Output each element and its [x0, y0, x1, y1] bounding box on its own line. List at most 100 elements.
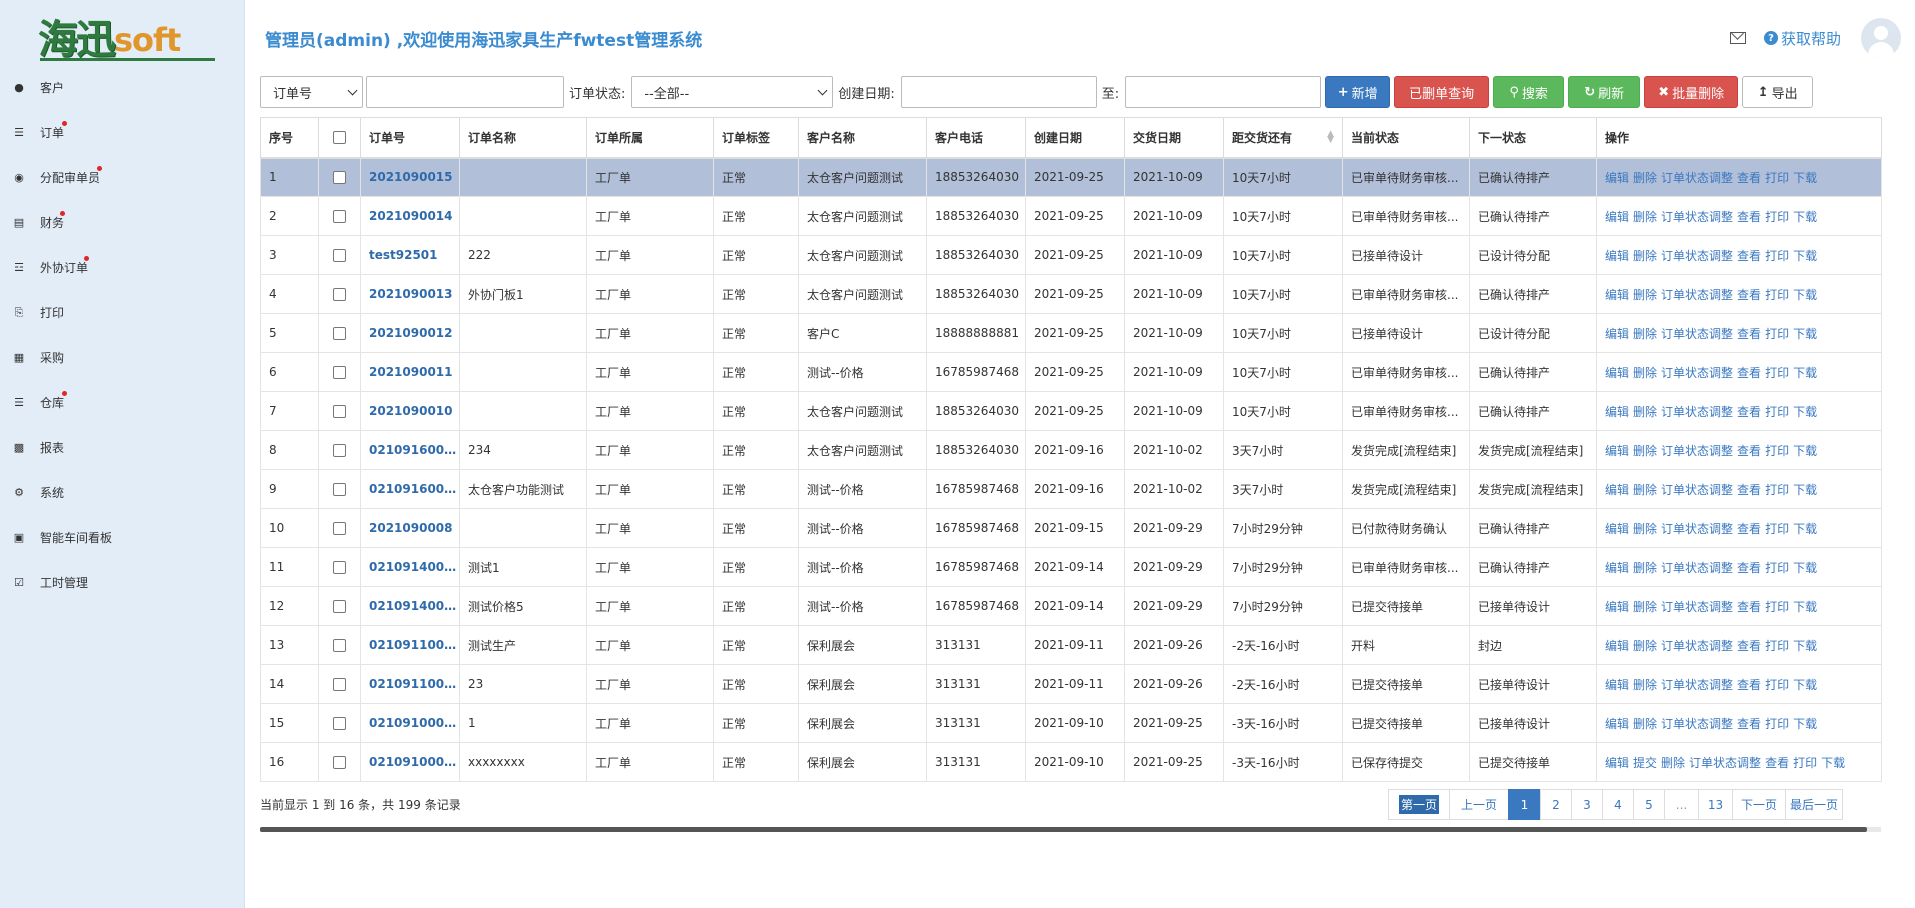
order-number[interactable]: 2021090013 — [360, 274, 460, 314]
row-action-link[interactable]: 删除 — [1633, 717, 1657, 731]
row-action-link[interactable]: 编辑 — [1605, 171, 1629, 185]
order-number[interactable]: 2021090012 — [360, 313, 460, 353]
row-action-link[interactable]: 编辑 — [1605, 483, 1629, 497]
row-action-link[interactable]: 编辑 — [1605, 756, 1629, 770]
row-action-link[interactable]: 查看 — [1737, 522, 1761, 536]
row-action-link[interactable]: 打印 — [1765, 171, 1789, 185]
row-action-link[interactable]: 打印 — [1765, 600, 1789, 614]
search-input[interactable] — [366, 76, 564, 108]
row-checkbox[interactable] — [333, 756, 346, 769]
row-action-link[interactable]: 打印 — [1765, 561, 1789, 575]
row-action-link[interactable]: 编辑 — [1605, 600, 1629, 614]
row-action-link[interactable]: 查看 — [1737, 327, 1761, 341]
row-checkbox[interactable] — [333, 600, 346, 613]
table-row[interactable]: 11 02109140002 测试1 工厂单 正常 测试--价格 16785987468 20… — [260, 547, 1882, 587]
table-row[interactable]: 2 2021090014 工厂单 正常 太仓客户问题测试 18853264030 2021-… — [260, 196, 1882, 236]
row-action-link[interactable]: 打印 — [1765, 210, 1789, 224]
row-action-link[interactable]: 删除 — [1633, 288, 1657, 302]
row-action-link[interactable]: 删除 — [1633, 327, 1657, 341]
table-row[interactable]: 7 2021090010 工厂单 正常 太仓客户问题测试 18853264030 2021-… — [260, 391, 1882, 431]
table-row[interactable]: 1 2021090015 工厂单 正常 太仓客户问题测试 18853264030 2021-… — [260, 157, 1882, 197]
row-action-link[interactable]: 查看 — [1737, 483, 1761, 497]
row-action-link[interactable]: 订单状态调整 — [1661, 444, 1733, 458]
row-action-link[interactable]: 订单状态调整 — [1661, 405, 1733, 419]
avatar[interactable] — [1861, 18, 1901, 58]
row-action-link[interactable]: 订单状态调整 — [1661, 210, 1733, 224]
row-action-link[interactable]: 查看 — [1737, 210, 1761, 224]
row-action-link[interactable]: 查看 — [1737, 561, 1761, 575]
row-action-link[interactable]: 下载 — [1793, 522, 1817, 536]
row-action-link[interactable]: 下载 — [1793, 600, 1817, 614]
order-number[interactable]: 2021090015 — [360, 157, 460, 197]
row-action-link[interactable]: 删除 — [1633, 522, 1657, 536]
row-checkbox[interactable] — [333, 249, 346, 262]
search-field-select[interactable]: 订单号 — [260, 76, 363, 108]
row-action-link[interactable]: 下载 — [1821, 756, 1845, 770]
pagination-item[interactable]: 5 — [1633, 789, 1665, 820]
sidebar-item[interactable]: ▦ 采购 — [0, 335, 245, 380]
row-action-link[interactable]: 打印 — [1765, 366, 1789, 380]
row-checkbox[interactable] — [333, 327, 346, 340]
sidebar-item[interactable]: ☲ 外协订单 — [0, 245, 245, 290]
table-row[interactable]: 14 02109110001 23 工厂单 正常 保利展会 313131 2021-09-11… — [260, 664, 1882, 704]
row-action-link[interactable]: 编辑 — [1605, 288, 1629, 302]
pagination-item[interactable]: 上一页 — [1449, 789, 1509, 820]
order-number[interactable]: 02109110002 — [360, 625, 460, 665]
sidebar-item[interactable]: ⎘ 打印 — [0, 290, 245, 335]
order-number[interactable]: 2021090010 — [360, 391, 460, 431]
order-number[interactable]: 02109110001 — [360, 664, 460, 704]
row-action-link[interactable]: 下载 — [1793, 717, 1817, 731]
row-action-link[interactable]: 下载 — [1793, 678, 1817, 692]
status-select[interactable]: --全部-- — [631, 76, 834, 108]
table-row[interactable]: 4 2021090013 外协门板1 工厂单 正常 太仓客户问题测试 18853264030… — [260, 274, 1882, 314]
row-action-link[interactable]: 订单状态调整 — [1661, 717, 1733, 731]
row-action-link[interactable]: 下载 — [1793, 405, 1817, 419]
pagination-item[interactable]: 2 — [1540, 789, 1572, 820]
table-row[interactable]: 9 02109160001 太仓客户功能测试 工厂单 正常 测试--价格 167859874… — [260, 469, 1882, 509]
row-action-link[interactable]: 编辑 — [1605, 405, 1629, 419]
envelope-icon[interactable] — [1729, 32, 1746, 44]
row-action-link[interactable]: 打印 — [1765, 327, 1789, 341]
row-action-link[interactable]: 打印 — [1765, 639, 1789, 653]
pagination-item[interactable]: 最后一页 — [1785, 789, 1843, 820]
row-action-link[interactable]: 编辑 — [1605, 678, 1629, 692]
row-action-link[interactable]: 删除 — [1633, 366, 1657, 380]
sidebar-item[interactable]: ▤ 财务 — [0, 200, 245, 245]
table-row[interactable]: 6 2021090011 工厂单 正常 测试--价格 16785987468 2021-09… — [260, 352, 1882, 392]
table-row[interactable]: 15 02109100003 1 工厂单 正常 保利展会 313131 2021-09-10 2… — [260, 703, 1882, 743]
row-action-link[interactable]: 编辑 — [1605, 561, 1629, 575]
row-action-link[interactable]: 删除 — [1633, 678, 1657, 692]
row-action-link[interactable]: 下载 — [1793, 366, 1817, 380]
row-checkbox[interactable] — [333, 678, 346, 691]
row-action-link[interactable]: 删除 — [1633, 639, 1657, 653]
table-row[interactable]: 3 test92501 222 工厂单 正常 太仓客户问题测试 18853264030 202… — [260, 235, 1882, 275]
sidebar-item[interactable]: ● 客户 — [0, 65, 245, 110]
pagination-item[interactable]: 4 — [1602, 789, 1634, 820]
order-number[interactable]: 2021090014 — [360, 196, 460, 236]
table-row[interactable]: 5 2021090012 工厂单 正常 客户C 18888888881 2021-09-25… — [260, 313, 1882, 353]
row-action-link[interactable]: 下载 — [1793, 561, 1817, 575]
row-action-link[interactable]: 删除 — [1633, 405, 1657, 419]
sidebar-item[interactable]: ▣ 智能车间看板 — [0, 515, 245, 560]
row-action-link[interactable]: 下载 — [1793, 483, 1817, 497]
order-number[interactable]: test92501 — [360, 235, 460, 275]
row-action-link[interactable]: 删除 — [1661, 756, 1685, 770]
row-checkbox[interactable] — [333, 366, 346, 379]
row-action-link[interactable]: 编辑 — [1605, 210, 1629, 224]
table-row[interactable]: 12 02109140001 测试价格5 工厂单 正常 测试--价格 16785987468… — [260, 586, 1882, 626]
row-checkbox[interactable] — [333, 288, 346, 301]
row-checkbox[interactable] — [333, 639, 346, 652]
row-action-link[interactable]: 查看 — [1737, 405, 1761, 419]
row-action-link[interactable]: 编辑 — [1605, 327, 1629, 341]
table-row[interactable]: 13 02109110002 测试生产 工厂单 正常 保利展会 313131 2021-09-… — [260, 625, 1882, 665]
sidebar-item[interactable]: ⚙ 系统 — [0, 470, 245, 515]
sidebar-item[interactable]: ◉ 分配审单员 — [0, 155, 245, 200]
row-action-link[interactable]: 下载 — [1793, 171, 1817, 185]
row-action-link[interactable]: 订单状态调整 — [1661, 366, 1733, 380]
row-checkbox[interactable] — [333, 717, 346, 730]
deleted-query-button[interactable]: 已删单查询 — [1394, 76, 1490, 108]
row-action-link[interactable]: 订单状态调整 — [1661, 561, 1733, 575]
row-action-link[interactable]: 打印 — [1765, 522, 1789, 536]
row-checkbox[interactable] — [333, 171, 346, 185]
row-action-link[interactable]: 下载 — [1793, 639, 1817, 653]
